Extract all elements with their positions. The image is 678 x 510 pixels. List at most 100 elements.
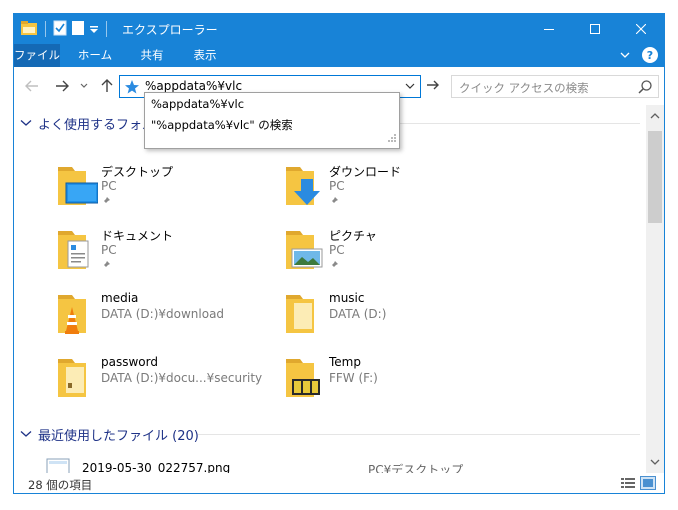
quick-access-toolbar [20, 19, 110, 39]
vertical-scrollbar[interactable] [646, 105, 664, 473]
folder-tile-music[interactable]: music DATA (D:) [282, 289, 502, 349]
folder-name: ドキュメント [101, 229, 174, 243]
content-pane: よく使用するフォルダー デスクトップ PC ダウンロード PC ドキュメント P… [14, 105, 646, 473]
scroll-down-icon[interactable] [650, 457, 660, 467]
chevron-down-icon [20, 116, 34, 131]
pin-icon [101, 259, 111, 273]
toolbar-separator [45, 21, 46, 37]
window-title: エクスプローラー [122, 23, 218, 37]
folder-name: デスクトップ [101, 165, 174, 179]
folder-location: PC [329, 243, 345, 257]
minimize-icon [544, 29, 554, 30]
up-button[interactable] [97, 76, 117, 96]
go-arrow-icon [427, 80, 439, 90]
folder-tile-media[interactable]: media DATA (D:)¥download [54, 289, 274, 349]
folder-name: ピクチャ [329, 229, 377, 243]
group-header-label: 最近使用したファイル (20) [38, 428, 199, 444]
address-dropdown-button[interactable] [403, 79, 417, 96]
scrollbar-thumb[interactable] [648, 131, 662, 223]
search-icon[interactable] [637, 79, 653, 98]
search-box[interactable]: クイック アクセスの検索 [451, 75, 659, 98]
tab-home[interactable]: ホーム [72, 44, 118, 67]
folder-name: Temp [329, 355, 361, 369]
folder-name: music [329, 291, 365, 305]
folder-tile-documents[interactable]: ドキュメント PC [54, 225, 274, 285]
desktop-folder-icon [54, 161, 99, 209]
pin-icon [101, 195, 111, 209]
folder-location: DATA (D:) [329, 307, 387, 321]
vlc-folder-icon [54, 289, 98, 337]
address-input[interactable]: %appdata%¥vlc [145, 79, 242, 93]
go-button[interactable] [425, 77, 441, 96]
chevron-down-icon [20, 427, 34, 442]
documents-folder-icon [54, 225, 98, 273]
new-folder-icon[interactable] [71, 20, 85, 39]
close-icon [636, 24, 646, 34]
search-input[interactable]: クイック アクセスの検索 [459, 80, 589, 96]
folder-tile-desktop[interactable]: デスクトップ PC [54, 161, 274, 221]
back-arrow-icon [25, 80, 38, 92]
pin-icon [329, 259, 339, 273]
ribbon-controls: ? [620, 47, 658, 63]
image-file-icon [46, 457, 70, 473]
folder-tile-downloads[interactable]: ダウンロード PC [282, 161, 502, 221]
expand-ribbon-icon[interactable] [620, 48, 630, 62]
large-icons-view-icon[interactable] [640, 476, 656, 493]
close-button[interactable] [618, 14, 664, 44]
group-header-recent[interactable]: 最近使用したファイル (20) [20, 424, 199, 444]
folder-location: DATA (D:)¥download [101, 307, 225, 321]
group-divider [198, 434, 640, 435]
minimize-button[interactable] [526, 14, 572, 44]
back-button[interactable] [22, 76, 42, 96]
address-autocomplete-dropdown: %appdata%¥vlc "%appdata%¥vlc" の検索 [144, 92, 400, 149]
downloads-folder-icon [282, 161, 326, 209]
maximize-button[interactable] [572, 14, 618, 44]
recent-file-name: 2019-05-30_022757.png [82, 461, 231, 473]
folder-tile-temp[interactable]: Temp FFW (F:) [282, 353, 502, 413]
quick-access-star-icon [124, 79, 140, 98]
chevron-down-icon [80, 83, 88, 88]
autocomplete-search-suggestion[interactable]: "%appdata%¥vlc" の検索 [151, 117, 293, 133]
forward-arrow-icon [56, 80, 69, 92]
toolbar-separator [106, 21, 107, 37]
details-view-icon[interactable] [620, 476, 636, 493]
tab-file[interactable]: ファイル [14, 44, 60, 67]
folder-tile-password[interactable]: password DATA (D:)¥docu...¥security [54, 353, 274, 413]
scroll-up-icon[interactable] [650, 111, 660, 121]
window-controls [526, 14, 664, 44]
maximize-icon [590, 24, 600, 34]
customize-toolbar-icon[interactable] [89, 20, 99, 39]
recent-file-location: PC¥デスクトップ [368, 463, 464, 473]
ribbon-tabs: ファイル ホーム 共有 表示 ? [14, 44, 664, 67]
tab-share[interactable]: 共有 [129, 44, 175, 67]
recent-locations-button[interactable] [78, 76, 90, 96]
folder-name: media [101, 291, 139, 305]
help-button[interactable]: ? [642, 47, 658, 63]
tab-view[interactable]: 表示 [182, 44, 228, 67]
recent-file-row[interactable]: 2019-05-30_022757.png PC¥デスクトップ [46, 457, 626, 473]
title-bar: エクスプローラー [14, 14, 664, 44]
folder-icon [54, 353, 98, 401]
view-buttons [620, 476, 656, 493]
forward-button[interactable] [52, 76, 72, 96]
folder-location: FFW (F:) [329, 371, 378, 385]
chevron-down-icon [405, 83, 415, 89]
properties-icon[interactable] [53, 20, 67, 39]
folder-tile-pictures[interactable]: ピクチャ PC [282, 225, 502, 285]
explorer-window: エクスプローラー ファイル ホーム 共有 表示 ? %appdata%¥vlc … [13, 13, 665, 494]
pin-icon [329, 195, 339, 209]
status-bar: 28 個の項目 [14, 473, 664, 493]
resize-grip-icon[interactable] [387, 132, 397, 146]
folder-name: ダウンロード [329, 165, 402, 179]
folder-name: password [101, 355, 158, 369]
folder-app-icon [20, 20, 38, 39]
folder-location: PC [101, 243, 117, 257]
folder-location: PC [329, 179, 345, 193]
folder-location: PC [101, 179, 117, 193]
pictures-folder-icon [282, 225, 326, 273]
folder-icon [282, 289, 326, 337]
up-arrow-icon [101, 79, 113, 92]
item-count: 28 個の項目 [28, 478, 93, 492]
autocomplete-suggestion[interactable]: %appdata%¥vlc [151, 97, 244, 111]
folder-location: DATA (D:)¥docu...¥security [101, 371, 263, 385]
